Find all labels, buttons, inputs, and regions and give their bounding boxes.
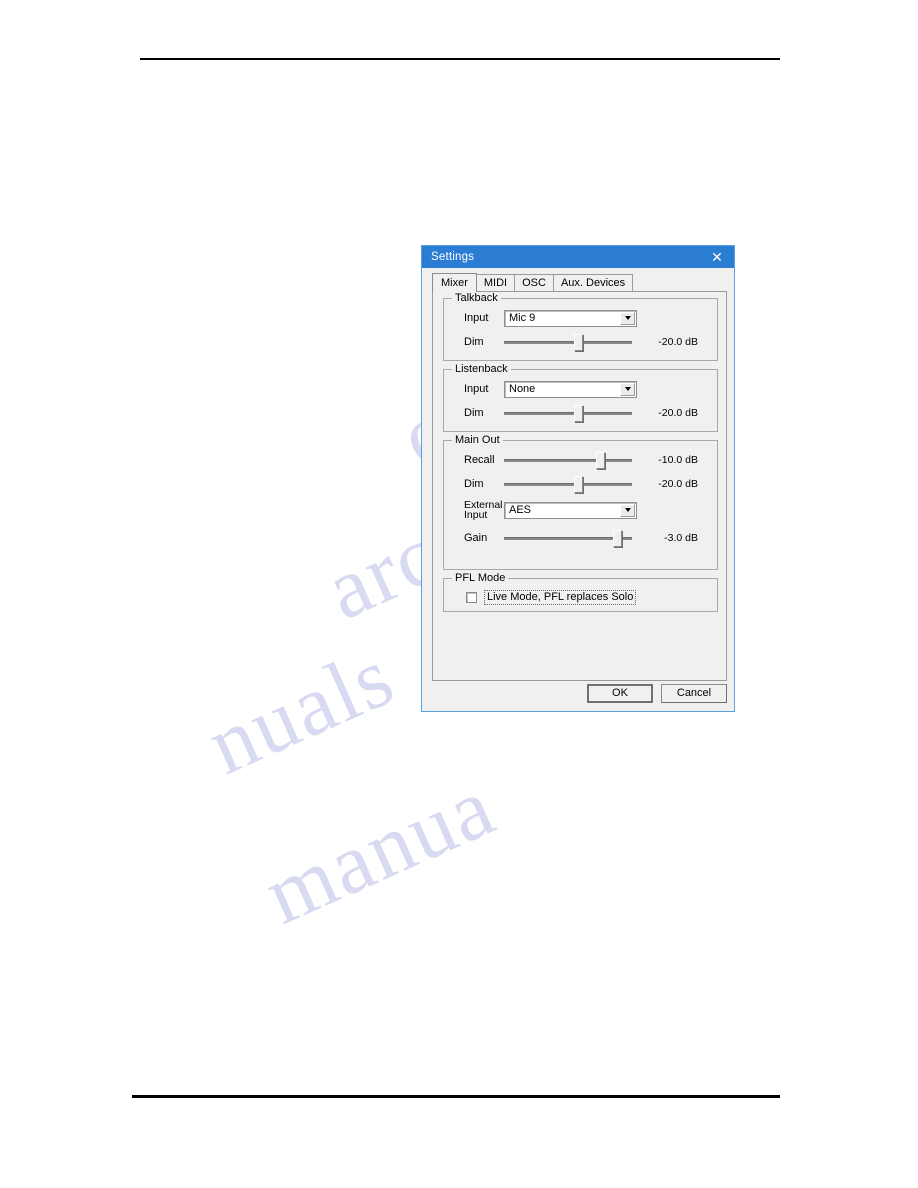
group-talkback: Talkback Input Mic 9 Dim -20.0 dB bbox=[443, 293, 718, 361]
group-pfl-mode: PFL Mode Live Mode, PFL replaces Solo bbox=[443, 573, 718, 612]
listenback-input-row: Input None bbox=[452, 379, 709, 399]
external-input-label-line2: Input bbox=[464, 509, 488, 521]
main-out-dim-row: Dim -20.0 dB bbox=[452, 474, 709, 494]
main-out-recall-row: Recall -10.0 dB bbox=[452, 450, 709, 470]
ok-button[interactable]: OK bbox=[587, 684, 653, 703]
main-out-recall-value: -10.0 dB bbox=[658, 454, 698, 466]
dialog-title: Settings bbox=[431, 251, 475, 263]
talkback-input-value: Mic 9 bbox=[509, 311, 536, 324]
main-out-external-input-label: External Input bbox=[452, 500, 504, 521]
listenback-dim-label: Dim bbox=[464, 407, 484, 419]
chevron-down-icon[interactable] bbox=[620, 382, 635, 396]
slider-thumb[interactable] bbox=[574, 476, 584, 493]
slider-track bbox=[504, 459, 632, 462]
watermark-line: nuals bbox=[193, 627, 408, 793]
page-footer-rule bbox=[132, 1095, 780, 1098]
group-talkback-legend: Talkback bbox=[452, 293, 501, 304]
main-out-recall-label: Recall bbox=[464, 454, 495, 466]
main-out-gain-label: Gain bbox=[464, 532, 488, 544]
dialog-titlebar[interactable]: Settings ✕ bbox=[422, 246, 734, 268]
settings-dialog: Settings ✕ Mixer MIDI OSC Aux. Devices T… bbox=[421, 245, 735, 712]
tab-mixer[interactable]: Mixer bbox=[432, 273, 477, 292]
listenback-dim-row: Dim -20.0 dB bbox=[452, 403, 709, 423]
watermark-line: manua bbox=[250, 757, 509, 943]
tab-aux-devices[interactable]: Aux. Devices bbox=[552, 274, 634, 291]
slider-thumb[interactable] bbox=[574, 334, 584, 351]
slider-thumb[interactable] bbox=[613, 530, 623, 547]
main-out-external-input-row: External Input AES bbox=[452, 500, 709, 520]
listenback-input-label: Input bbox=[464, 383, 489, 395]
listenback-input-value: None bbox=[509, 382, 536, 395]
talkback-dim-row: Dim -20.0 dB bbox=[452, 332, 709, 352]
slider-track bbox=[504, 341, 632, 344]
tab-midi[interactable]: MIDI bbox=[475, 274, 516, 291]
pfl-live-mode-label: Live Mode, PFL replaces Solo bbox=[484, 590, 637, 605]
main-out-external-input-value: AES bbox=[509, 503, 532, 516]
talkback-input-row: Input Mic 9 bbox=[452, 308, 709, 328]
chevron-down-icon[interactable] bbox=[620, 311, 635, 325]
chevron-down-icon[interactable] bbox=[620, 503, 635, 517]
slider-track bbox=[504, 483, 632, 486]
talkback-input-combobox[interactable]: Mic 9 bbox=[504, 309, 637, 327]
main-out-gain-value: -3.0 dB bbox=[664, 532, 698, 544]
talkback-dim-slider[interactable] bbox=[504, 332, 632, 352]
slider-thumb[interactable] bbox=[574, 405, 584, 422]
group-pfl-mode-legend: PFL Mode bbox=[452, 573, 509, 584]
pfl-live-mode-row[interactable]: Live Mode, PFL replaces Solo bbox=[452, 588, 709, 605]
main-out-dim-label: Dim bbox=[464, 478, 484, 490]
slider-thumb[interactable] bbox=[595, 452, 605, 469]
main-out-dim-slider[interactable] bbox=[504, 474, 632, 494]
group-listenback-legend: Listenback bbox=[452, 364, 511, 375]
group-main-out-legend: Main Out bbox=[452, 435, 503, 446]
listenback-input-combobox[interactable]: None bbox=[504, 380, 637, 398]
page-header-rule bbox=[140, 58, 780, 60]
dialog-body: Mixer MIDI OSC Aux. Devices Talkback Inp… bbox=[422, 268, 734, 711]
group-listenback: Listenback Input None Dim -20.0 dB bbox=[443, 364, 718, 432]
main-out-external-input-combobox[interactable]: AES bbox=[504, 501, 637, 519]
tab-osc[interactable]: OSC bbox=[514, 274, 554, 291]
listenback-dim-slider[interactable] bbox=[504, 403, 632, 423]
cancel-button[interactable]: Cancel bbox=[661, 684, 727, 703]
listenback-dim-value: -20.0 dB bbox=[658, 407, 698, 419]
dialog-footer: OK Cancel bbox=[428, 684, 727, 703]
main-out-gain-row: Gain -3.0 dB bbox=[452, 528, 709, 548]
slider-track bbox=[504, 412, 632, 415]
group-main-out: Main Out Recall -10.0 dB Dim -20.0 dB Ex… bbox=[443, 435, 718, 570]
main-out-recall-slider[interactable] bbox=[504, 450, 632, 470]
tab-panel-mixer: Talkback Input Mic 9 Dim -20.0 dB Listen… bbox=[432, 291, 727, 681]
main-out-gain-slider[interactable] bbox=[504, 528, 632, 548]
main-out-dim-value: -20.0 dB bbox=[658, 478, 698, 490]
talkback-input-label: Input bbox=[464, 312, 489, 324]
pfl-live-mode-checkbox[interactable] bbox=[466, 592, 477, 603]
talkback-dim-value: -20.0 dB bbox=[658, 336, 698, 348]
close-icon[interactable]: ✕ bbox=[702, 247, 732, 268]
tabstrip: Mixer MIDI OSC Aux. Devices bbox=[432, 273, 728, 292]
talkback-dim-label: Dim bbox=[464, 336, 484, 348]
